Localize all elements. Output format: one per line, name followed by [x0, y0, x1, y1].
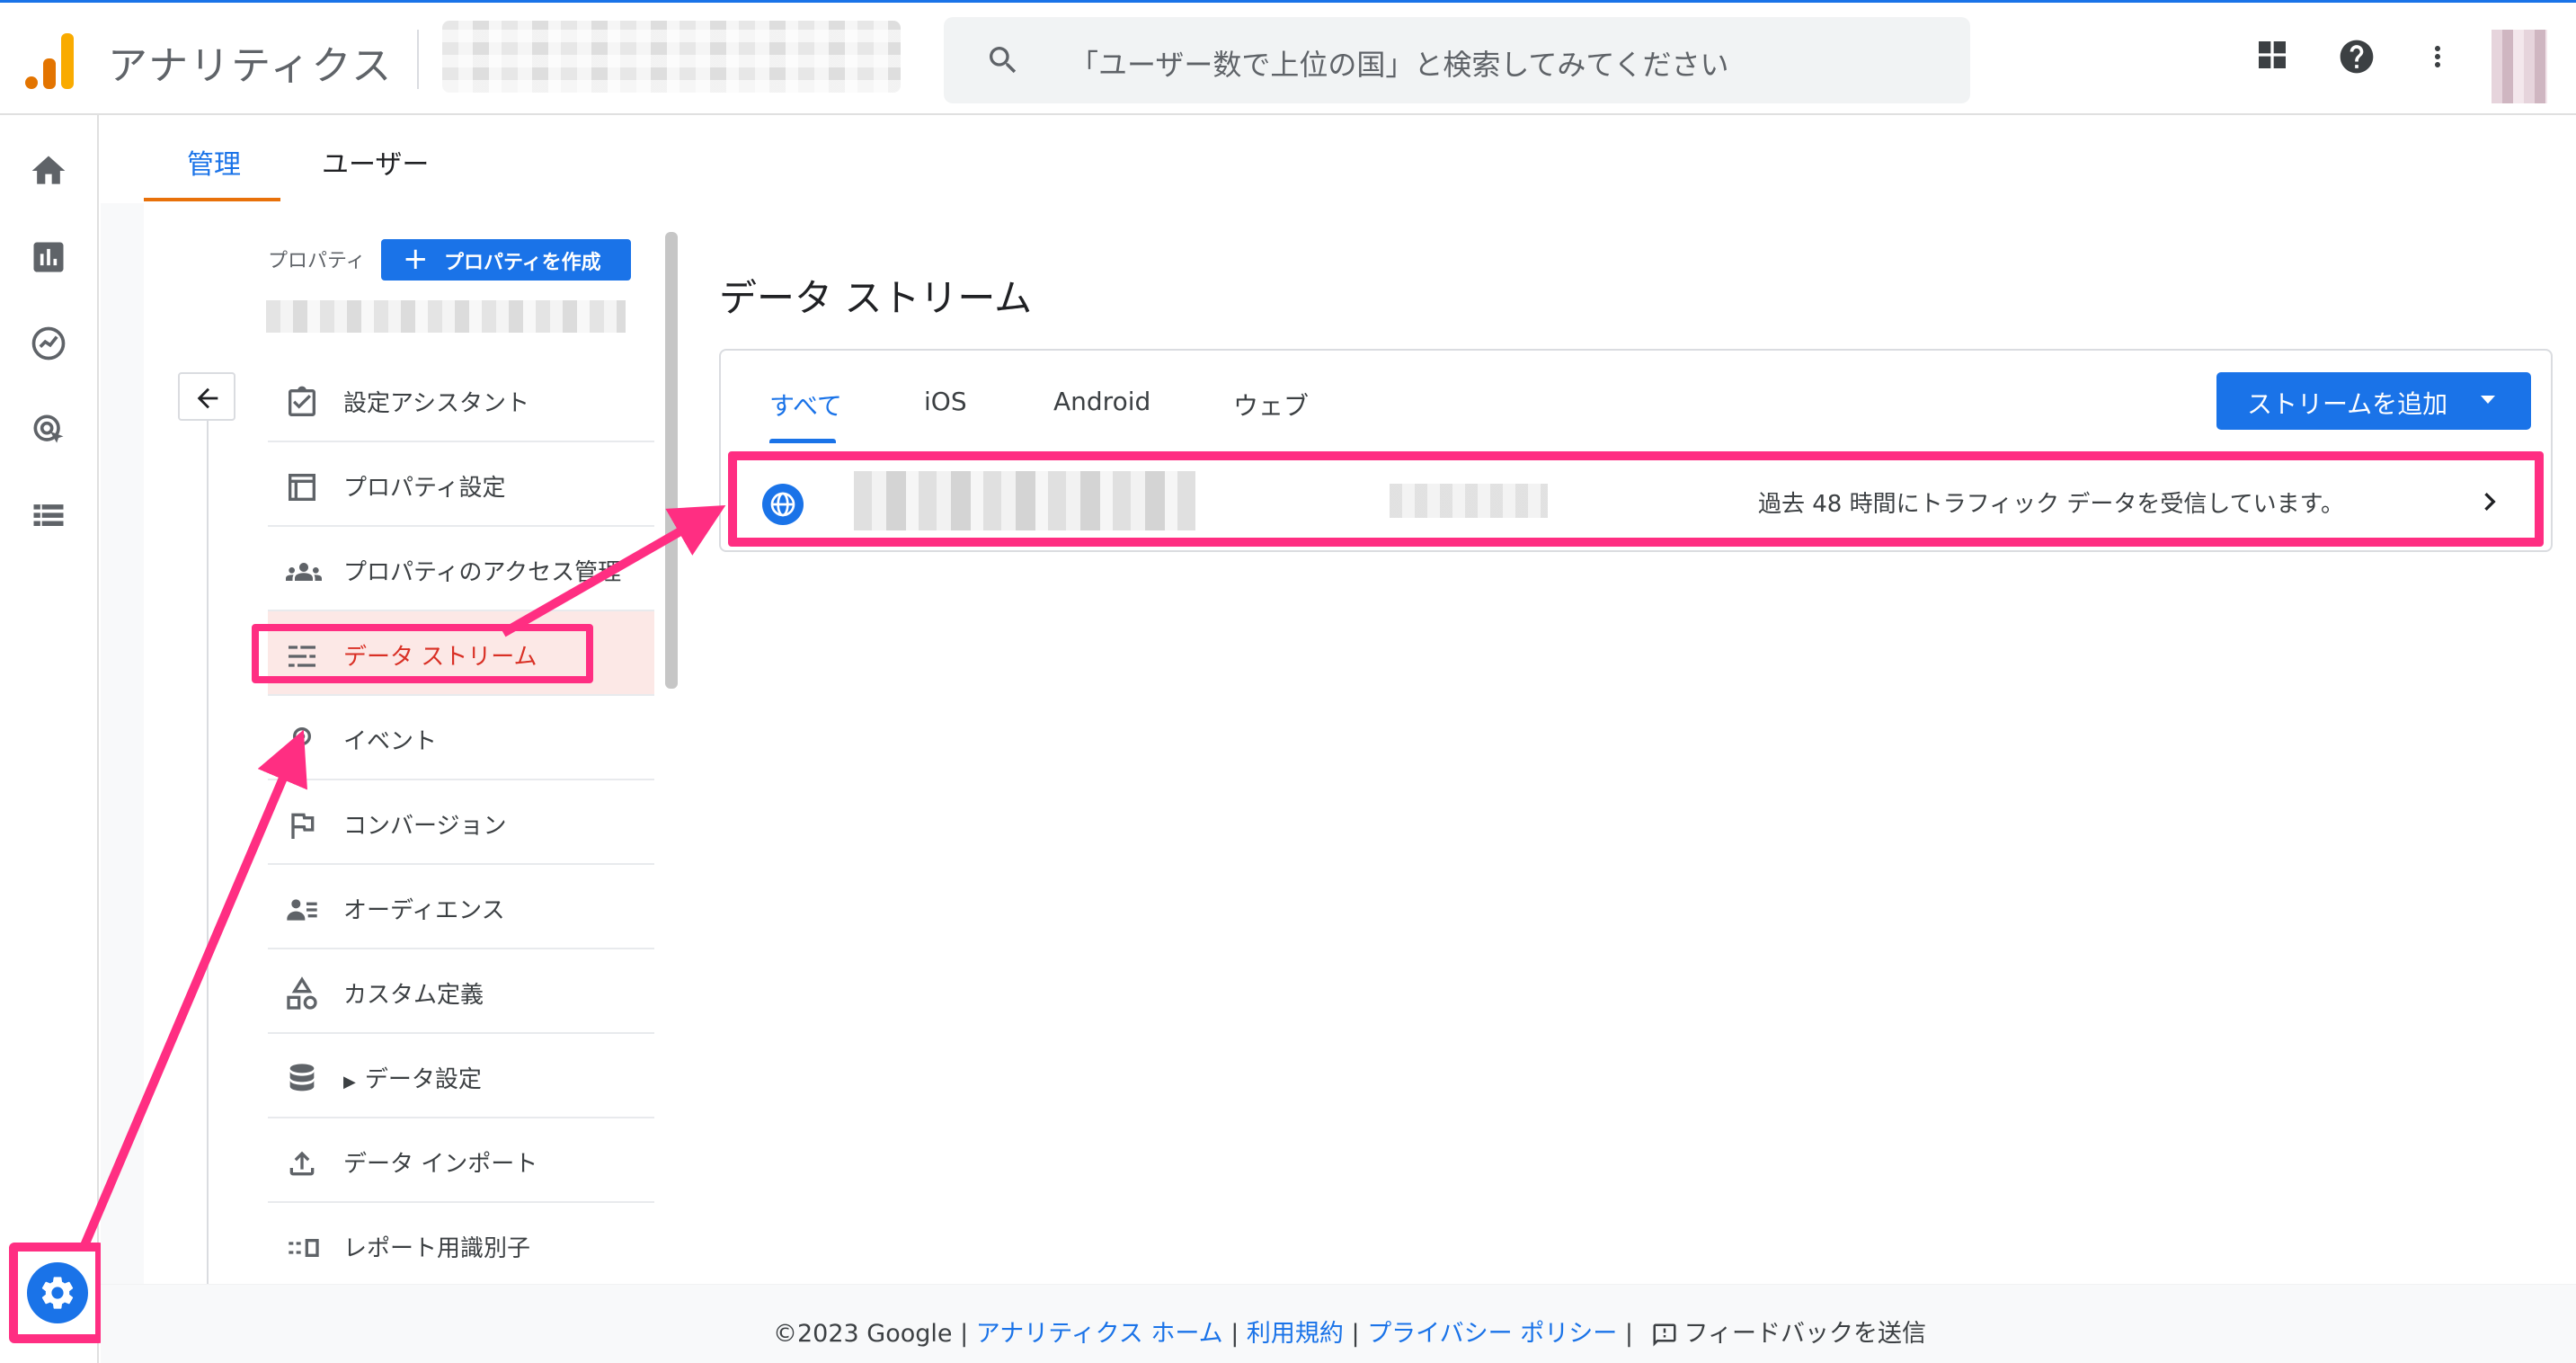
terms-link[interactable]: 利用規約 — [1247, 1320, 1344, 1348]
menu-item-label: レポート用識別子 — [343, 1235, 531, 1262]
separator: | — [1351, 1320, 1360, 1348]
scrollbar[interactable] — [665, 232, 678, 689]
feedback-label: フィードバックを送信 — [1683, 1320, 1926, 1348]
arrow-back-icon — [197, 388, 218, 409]
property-label: プロパティ — [268, 250, 366, 272]
checklist-icon — [289, 386, 315, 416]
property-selector[interactable] — [266, 300, 626, 333]
stream-tab-indicator — [769, 439, 836, 443]
people-icon — [286, 563, 322, 581]
upload-icon — [289, 1151, 315, 1176]
menu-item-label: オーディエンス — [343, 897, 505, 924]
divider — [417, 30, 419, 89]
account-selector[interactable] — [442, 21, 901, 93]
stream-name — [854, 471, 1195, 530]
menu-item-label: コンバージョン — [343, 813, 507, 840]
menu-item-property-settings[interactable]: プロパティ設定 — [268, 442, 654, 527]
chevron-right-icon[interactable] — [2472, 484, 2508, 520]
add-stream-button[interactable]: ストリームを追加 — [2216, 372, 2531, 430]
reports-icon[interactable] — [29, 237, 68, 277]
feedback-button[interactable]: フィードバックを送信 — [1641, 1320, 1926, 1348]
analytics-home-link[interactable]: アナリティクス ホーム — [976, 1320, 1223, 1348]
apps-grid-icon[interactable] — [2254, 37, 2290, 73]
footer-links: ©2023 Google | アナリティクス ホーム | 利用規約 | プライバ… — [773, 1314, 1926, 1349]
expand-arrow-icon: ▶ — [343, 1073, 356, 1091]
search-bar[interactable]: 「ユーザー数で上位の国」と検索してみてください — [944, 17, 1970, 103]
avatar[interactable] — [2492, 30, 2547, 103]
advertising-icon[interactable] — [29, 410, 68, 450]
stream-id — [1390, 484, 1548, 518]
copyright: ©2023 Google | — [773, 1320, 969, 1348]
database-icon — [289, 1064, 315, 1091]
create-property-button[interactable]: + プロパティを作成 — [381, 239, 631, 281]
collapse-back-button[interactable] — [178, 372, 235, 421]
stream-row[interactable]: 過去 48 時間にトラフィック データを受信しています。 — [728, 451, 2544, 547]
flag-icon — [291, 813, 315, 839]
left-nav-rail — [0, 115, 99, 1363]
menu-item-label: プロパティ設定 — [343, 475, 506, 502]
property-settings-icon — [289, 474, 315, 501]
menu-item-text: データ設定 — [364, 1066, 482, 1093]
privacy-link[interactable]: プライバシー ポリシー — [1367, 1320, 1617, 1348]
help-icon[interactable] — [2337, 37, 2376, 76]
menu-item-label: データ インポート — [343, 1151, 538, 1178]
feedback-icon — [1653, 1323, 1676, 1346]
audience-icon — [287, 899, 317, 921]
search-icon — [990, 47, 1017, 74]
separator: | — [1624, 1320, 1633, 1348]
globe-icon — [762, 484, 804, 525]
top-app-bar: アナリティクス 「ユーザー数で上位の国」と検索してみてください — [0, 0, 2576, 115]
configure-icon[interactable] — [29, 496, 68, 536]
analytics-logo[interactable] — [25, 31, 76, 89]
menu-item-label: プロパティのアクセス管理 — [343, 559, 622, 586]
active-tab-indicator — [144, 198, 280, 201]
stream-status: 過去 48 時間にトラフィック データを受信しています。 — [1758, 491, 2344, 518]
admin-settings-button[interactable] — [9, 1243, 104, 1343]
explore-icon[interactable] — [29, 324, 68, 363]
home-icon[interactable] — [29, 151, 68, 191]
identifier-icon — [289, 1239, 319, 1257]
menu-item-label: イベント — [343, 728, 438, 755]
stream-tab-all[interactable]: すべて — [769, 387, 842, 423]
tab-user[interactable]: ユーザー — [322, 142, 429, 182]
menu-item-property-access[interactable]: プロパティのアクセス管理 — [268, 527, 654, 611]
tab-admin[interactable]: 管理 — [187, 142, 241, 182]
events-icon — [293, 727, 311, 753]
menu-item-events[interactable]: イベント — [268, 696, 654, 780]
footer: ©2023 Google | アナリティクス ホーム | 利用規約 | プライバ… — [101, 1284, 2576, 1363]
more-vert-icon[interactable] — [2421, 37, 2454, 76]
menu-item-label: 設定アシスタント — [343, 390, 529, 417]
gear-icon — [27, 1262, 88, 1323]
stream-tab-ios[interactable]: iOS — [924, 387, 967, 416]
menu-item-label: ▶ データ設定 — [343, 1061, 482, 1094]
menu-item-audiences[interactable]: オーディエンス — [268, 865, 654, 949]
separator: | — [1230, 1320, 1239, 1348]
menu-item-custom-definitions[interactable]: カスタム定義 — [268, 949, 654, 1034]
menu-item-setup-assistant[interactable]: 設定アシスタント — [268, 358, 654, 442]
dropdown-arrow-icon — [2481, 396, 2495, 404]
highlight-box-data-streams — [252, 624, 593, 683]
admin-tabs: 管理 ユーザー — [101, 115, 2576, 203]
menu-item-data-import[interactable]: データ インポート — [268, 1118, 654, 1203]
page-title: データ ストリーム — [719, 276, 1033, 320]
menu-item-conversions[interactable]: コンバージョン — [268, 780, 654, 865]
plus-icon: + — [403, 241, 429, 277]
menu-item-data-settings[interactable]: ▶ データ設定 — [268, 1034, 654, 1118]
stream-tab-web[interactable]: ウェブ — [1233, 387, 1309, 423]
column-divider — [207, 421, 209, 1284]
shapes-icon — [287, 976, 317, 1010]
search-input[interactable]: 「ユーザー数で上位の国」と検索してみてください — [1070, 42, 1728, 84]
stream-tab-android[interactable]: Android — [1053, 387, 1150, 416]
app-title: アナリティクス — [108, 43, 394, 89]
menu-item-reporting-identity[interactable]: レポート用識別子 — [268, 1203, 654, 1287]
create-property-label: プロパティを作成 — [444, 252, 601, 274]
menu-item-label: カスタム定義 — [343, 982, 484, 1009]
add-stream-label: ストリームを追加 — [2247, 389, 2448, 419]
